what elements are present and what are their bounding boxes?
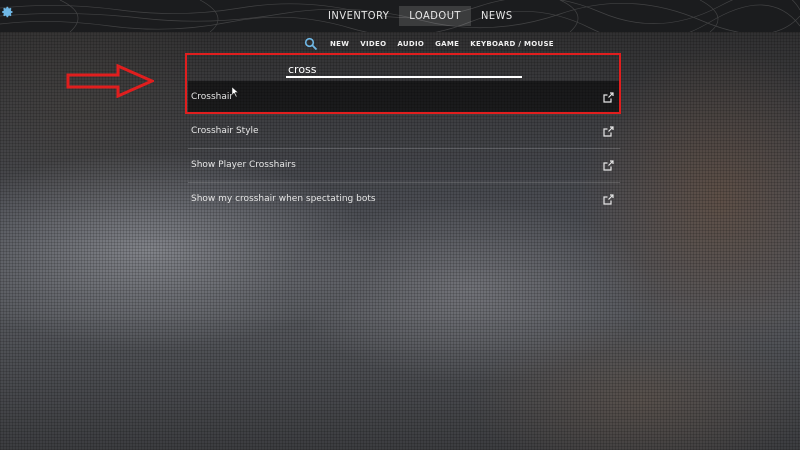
mouse-pointer-icon <box>232 87 239 97</box>
annotation-highlight-box <box>185 53 621 114</box>
tab-inventory[interactable]: INVENTORY <box>318 6 399 26</box>
subnav-new[interactable]: NEW <box>330 40 349 48</box>
subnav-game[interactable]: GAME <box>435 40 459 48</box>
search-icon[interactable] <box>304 37 318 51</box>
right-arrow-icon <box>66 64 154 98</box>
gear-icon[interactable] <box>2 6 16 20</box>
tab-loadout[interactable]: LOADOUT <box>399 6 471 26</box>
settings-subnav: NEW VIDEO AUDIO GAME KEYBOARD / MOUSE <box>304 36 565 52</box>
subnav-video[interactable]: VIDEO <box>360 40 386 48</box>
result-row-show-player-crosshairs[interactable]: Show Player Crosshairs <box>188 149 620 183</box>
result-label: Show Player Crosshairs <box>191 160 296 170</box>
subnav-audio[interactable]: AUDIO <box>397 40 424 48</box>
tab-news[interactable]: NEWS <box>471 6 523 26</box>
external-link-icon <box>603 126 614 137</box>
result-label: Crosshair Style <box>191 126 259 136</box>
result-label: Show my crosshair when spectating bots <box>191 194 376 204</box>
external-link-icon <box>603 194 614 205</box>
external-link-icon <box>603 160 614 171</box>
result-row-crosshair-style[interactable]: Crosshair Style <box>188 115 620 149</box>
top-bar: INVENTORY LOADOUT NEWS <box>0 0 800 32</box>
main-navigation: INVENTORY LOADOUT NEWS <box>318 6 523 26</box>
result-row-spectating-bots[interactable]: Show my crosshair when spectating bots <box>188 183 620 216</box>
subnav-keyboard-mouse[interactable]: KEYBOARD / MOUSE <box>470 40 554 48</box>
